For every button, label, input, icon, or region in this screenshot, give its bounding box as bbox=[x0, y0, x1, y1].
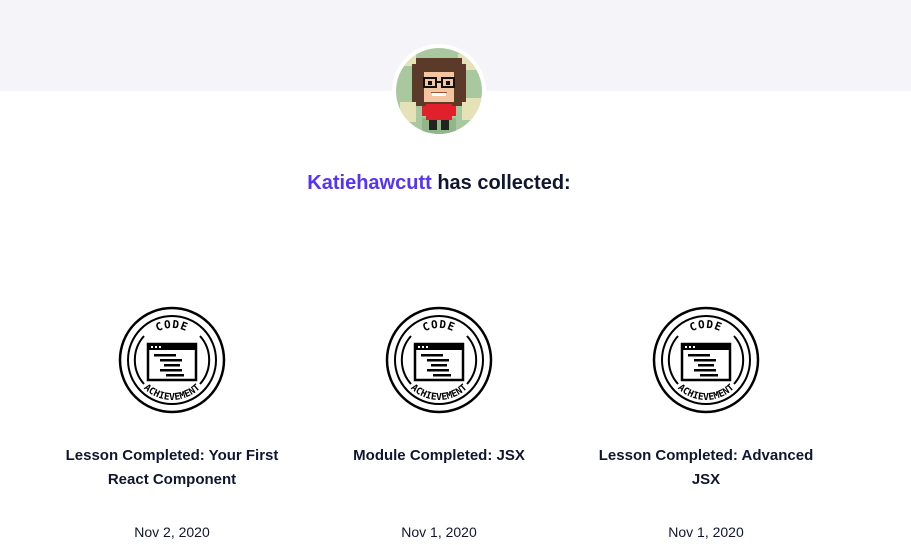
badge-card[interactable]: CODE ACHIEVEMENT Lesson Completed: Your … bbox=[52, 306, 292, 540]
badge-card[interactable]: CODE ACHIEVEMENT Lesson Completed: Advan… bbox=[586, 306, 826, 540]
badge-date: Nov 1, 2020 bbox=[401, 524, 477, 540]
avatar-pixel-art-icon bbox=[396, 48, 482, 134]
code-achievement-badge-icon: CODE ACHIEVEMENT bbox=[385, 306, 493, 414]
username-link[interactable]: Katiehawcutt bbox=[307, 172, 431, 194]
badge-title: Lesson Completed: Your First React Compo… bbox=[65, 447, 279, 488]
code-achievement-badge-icon: CODE ACHIEVEMENT bbox=[118, 306, 226, 414]
avatar[interactable] bbox=[392, 44, 486, 138]
profile-headline: Katiehawcutt has collected: bbox=[0, 170, 878, 196]
badge-card[interactable]: CODE ACHIEVEMENT Module Completed: JSX N… bbox=[319, 306, 559, 540]
badge-title: Lesson Completed: Advanced JSX bbox=[598, 447, 814, 488]
badge-date: Nov 2, 2020 bbox=[134, 524, 210, 540]
collected-label: has collected: bbox=[431, 172, 571, 194]
badge-title: Module Completed: JSX bbox=[353, 447, 525, 464]
code-achievement-badge-icon: CODE ACHIEVEMENT bbox=[652, 306, 760, 414]
badge-date: Nov 1, 2020 bbox=[668, 524, 744, 540]
